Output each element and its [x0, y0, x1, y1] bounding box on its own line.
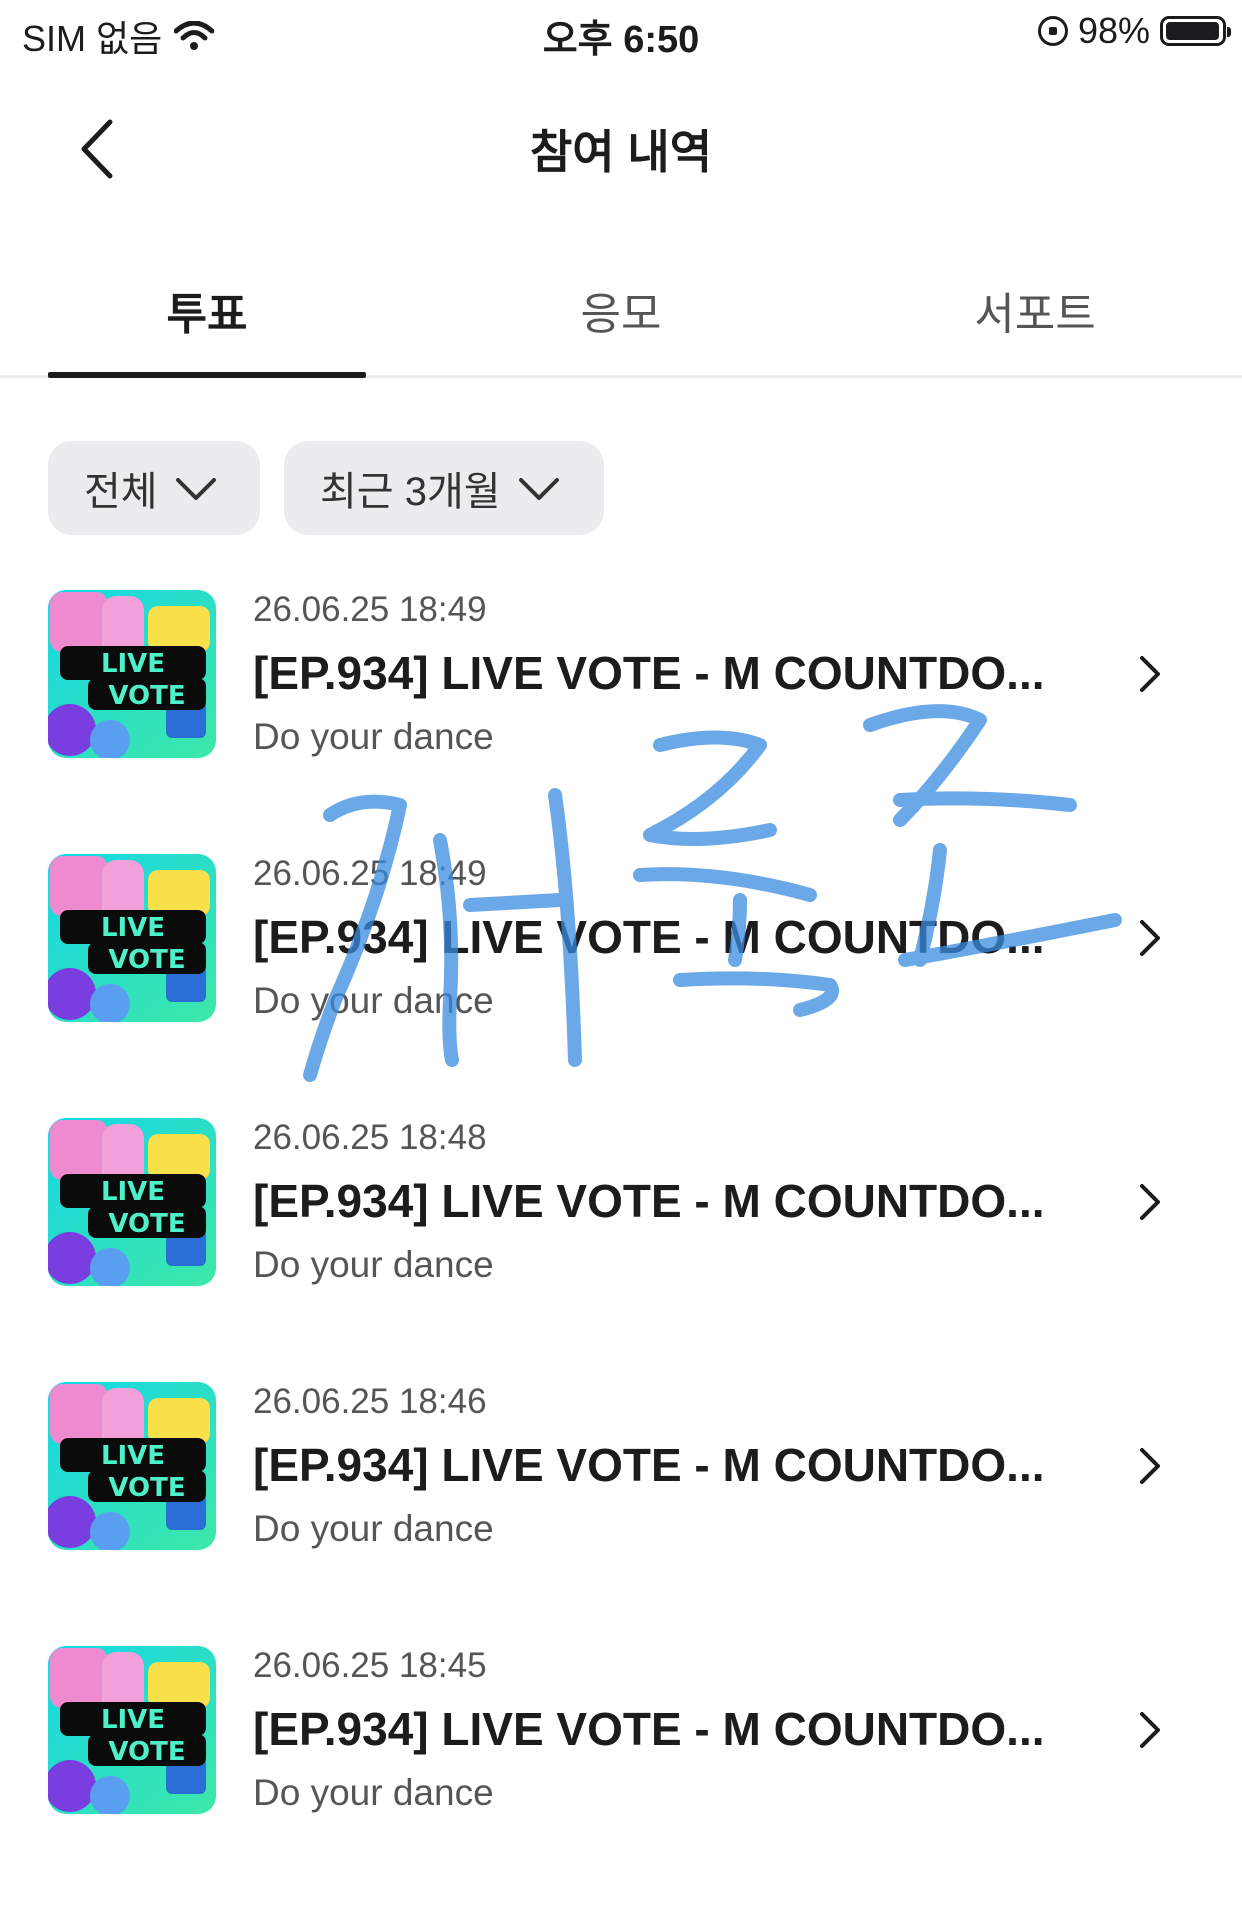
chevron-right-icon	[1140, 1448, 1160, 1484]
chevron-right-icon	[1140, 920, 1160, 956]
list-item[interactable]: LIVE VOTE 26.06.25 18:49 [EP.934] LIVE V…	[0, 854, 1242, 1118]
filter-type-label: 전체	[84, 470, 158, 514]
tab-active-indicator	[48, 372, 366, 378]
thumbnail: LIVE VOTE	[48, 1118, 216, 1286]
page-title: 참여 내역	[529, 126, 713, 178]
thumb-text-vote: VOTE	[108, 945, 185, 975]
item-subtitle: Do your dance	[253, 1772, 494, 1813]
live-vote-thumbnail-icon: LIVE VOTE	[48, 854, 216, 1022]
thumb-text-live: LIVE	[101, 1441, 165, 1471]
thumbnail: LIVE VOTE	[48, 1382, 216, 1550]
thumbnail: LIVE VOTE	[48, 590, 216, 758]
status-right: 98%	[1037, 10, 1231, 52]
live-vote-thumbnail-icon: LIVE VOTE	[48, 1646, 216, 1814]
thumb-text-live: LIVE	[101, 649, 165, 679]
list-item[interactable]: LIVE VOTE 26.06.25 18:46 [EP.934] LIVE V…	[0, 1382, 1242, 1646]
thumb-text-live: LIVE	[101, 913, 165, 943]
chevron-right-icon	[1140, 1184, 1160, 1220]
filter-bar: 전체 최근 3개월	[48, 441, 604, 535]
thumbnail: LIVE VOTE	[48, 1646, 216, 1814]
tab-support[interactable]: 서포트	[828, 278, 1242, 342]
thumb-text-vote: VOTE	[108, 1209, 185, 1239]
item-subtitle: Do your dance	[253, 980, 494, 1021]
battery-cap	[1227, 27, 1231, 37]
rotation-lock-icon	[1037, 16, 1068, 46]
item-date: 26.06.25 18:49	[253, 854, 487, 893]
live-vote-thumbnail-icon: LIVE VOTE	[48, 1382, 216, 1550]
tab-vote[interactable]: 투표	[0, 278, 414, 342]
status-bar: SIM 없음 오후 6:50 98%	[0, 0, 1242, 62]
list-item[interactable]: LIVE VOTE 26.06.25 18:48 [EP.934] LIVE V…	[0, 1118, 1242, 1382]
live-vote-thumbnail-icon: LIVE VOTE	[48, 590, 216, 758]
item-subtitle: Do your dance	[253, 716, 494, 757]
nav-bar: 참여 내역	[0, 62, 1242, 228]
list-item[interactable]: LIVE VOTE 26.06.25 18:45 [EP.934] LIVE V…	[0, 1646, 1242, 1910]
filter-period-dropdown[interactable]: 최근 3개월	[284, 441, 604, 535]
item-subtitle: Do your dance	[253, 1244, 494, 1285]
item-subtitle: Do your dance	[253, 1508, 494, 1549]
thumb-text-vote: VOTE	[108, 1473, 185, 1503]
battery-icon	[1160, 16, 1231, 46]
battery-fill	[1166, 22, 1219, 40]
battery-percent: 98%	[1077, 10, 1150, 51]
item-date: 26.06.25 18:45	[253, 1646, 487, 1685]
chevron-down-icon	[175, 478, 216, 500]
item-title: [EP.934] LIVE VOTE - M COUNTDO...	[253, 911, 1045, 963]
filter-type-dropdown[interactable]: 전체	[48, 441, 260, 535]
filter-period-label: 최근 3개월	[320, 470, 501, 514]
thumbnail: LIVE VOTE	[48, 854, 216, 1022]
participation-list: LIVE VOTE 26.06.25 18:49 [EP.934] LIVE V…	[0, 590, 1242, 1910]
thumb-text-live: LIVE	[101, 1177, 165, 1207]
item-title: [EP.934] LIVE VOTE - M COUNTDO...	[253, 1175, 1045, 1227]
live-vote-thumbnail-icon: LIVE VOTE	[48, 1118, 216, 1286]
thumb-text-vote: VOTE	[108, 1737, 185, 1767]
chevron-right-icon	[1140, 656, 1160, 692]
item-title: [EP.934] LIVE VOTE - M COUNTDO...	[253, 1439, 1045, 1491]
tab-bar: 투표 응모 서포트	[0, 228, 1242, 378]
item-title: [EP.934] LIVE VOTE - M COUNTDO...	[253, 647, 1045, 699]
item-date: 26.06.25 18:46	[253, 1382, 487, 1421]
item-date: 26.06.25 18:48	[253, 1118, 487, 1157]
chevron-down-icon	[518, 478, 559, 500]
item-title: [EP.934] LIVE VOTE - M COUNTDO...	[253, 1703, 1045, 1755]
thumb-text-vote: VOTE	[108, 681, 185, 711]
list-item[interactable]: LIVE VOTE 26.06.25 18:49 [EP.934] LIVE V…	[0, 590, 1242, 854]
item-date: 26.06.25 18:49	[253, 590, 487, 629]
tab-entry[interactable]: 응모	[414, 278, 828, 342]
thumb-text-live: LIVE	[101, 1705, 165, 1735]
chevron-right-icon	[1140, 1712, 1160, 1748]
